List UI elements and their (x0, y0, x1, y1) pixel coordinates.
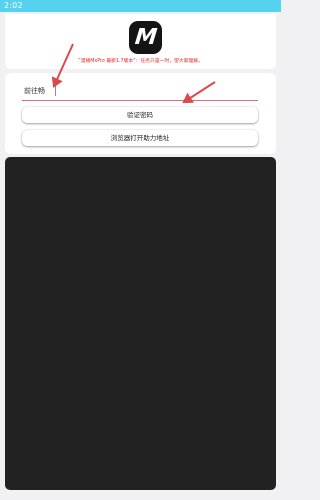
password-input[interactable] (22, 81, 258, 101)
open-in-browser-button[interactable]: 浏览器打开助力地址 (22, 130, 258, 146)
notice-text: “漫播MxPro 最新1.7版本”：任务只是一时，望大家理解。 (78, 59, 203, 64)
app-logo: M (129, 21, 162, 54)
status-time: 2:02 (4, 1, 23, 10)
logo-letter: M (133, 24, 158, 50)
text-caret (55, 85, 56, 96)
status-bar: 2:02 (0, 0, 281, 12)
content-panel (5, 157, 276, 490)
verify-password-button[interactable]: 验证密码 (22, 107, 258, 123)
header-card: M “漫播MxPro 最新1.7版本”：任务只是一时，望大家理解。 (5, 14, 276, 69)
password-form-card: 验证密码 浏览器打开助力地址 (5, 73, 276, 154)
